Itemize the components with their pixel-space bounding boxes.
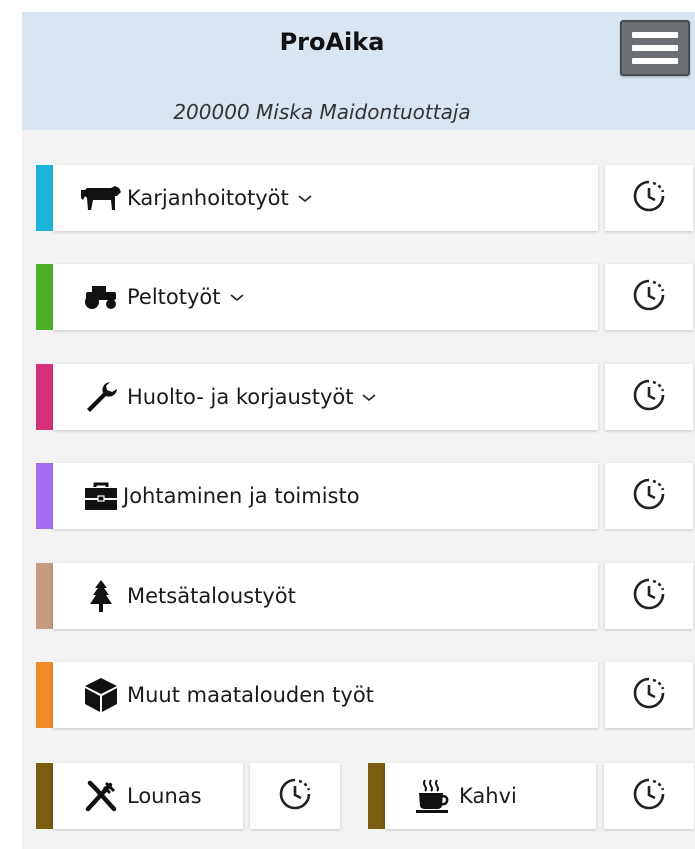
category-color-bar	[36, 264, 53, 330]
cube-icon	[79, 678, 123, 712]
category-button-peltotyot[interactable]: Peltotyöt	[53, 264, 598, 330]
wrench-icon	[79, 381, 123, 413]
header: ProAika 200000 Miska Maidontuottaja	[22, 12, 695, 130]
clock-history-icon	[631, 576, 667, 616]
break-color-bar	[36, 763, 53, 829]
clock-history-icon	[631, 476, 667, 516]
hamburger-menu-icon	[632, 32, 678, 38]
break-button-lounas[interactable]: Lounas	[53, 763, 243, 829]
category-label: Peltotyöt	[127, 285, 221, 309]
user-label: 200000 Miska Maidontuottaja	[173, 100, 471, 124]
timer-button-karjanhoitotyot[interactable]	[605, 165, 693, 231]
briefcase-icon	[79, 480, 123, 512]
tractor-icon	[79, 281, 123, 313]
category-label: Muut maatalouden työt	[127, 683, 374, 707]
hamburger-menu-icon-bar	[632, 58, 678, 64]
app: ProAika 200000 Miska Maidontuottaja Karj…	[22, 12, 695, 849]
clock-history-icon	[631, 675, 667, 715]
category-button-metsataloustyot[interactable]: Metsätaloustyöt	[53, 563, 598, 629]
category-label: Karjanhoitotyöt	[127, 186, 289, 210]
fork-knife-icon	[79, 780, 123, 812]
app-title: ProAika	[279, 28, 385, 56]
category-label: Metsätaloustyöt	[127, 584, 296, 608]
clock-history-icon	[631, 277, 667, 317]
clock-history-icon	[631, 178, 667, 218]
timer-button-peltotyot[interactable]	[605, 264, 693, 330]
timer-button-kahvi[interactable]	[604, 763, 694, 829]
hamburger-menu-icon-bar	[632, 45, 678, 51]
timer-button-muut-maatalouden-tyot[interactable]	[605, 662, 693, 728]
clock-history-icon	[631, 776, 667, 816]
cow-icon	[79, 182, 123, 214]
timer-button-huolto-ja-korjaustyot[interactable]	[605, 364, 693, 430]
chevron-down-icon	[297, 193, 313, 203]
category-color-bar	[36, 463, 53, 529]
break-label: Lounas	[127, 784, 202, 808]
category-button-karjanhoitotyot[interactable]: Karjanhoitotyöt	[53, 165, 598, 231]
category-button-muut-maatalouden-tyot[interactable]: Muut maatalouden työt	[53, 662, 598, 728]
category-color-bar	[36, 563, 53, 629]
break-label: Kahvi	[459, 784, 517, 808]
category-color-bar	[36, 165, 53, 231]
break-color-bar	[368, 763, 385, 829]
category-label: Johtaminen ja toimisto	[123, 484, 360, 508]
menu-button[interactable]	[620, 20, 690, 76]
timer-button-johtaminen-ja-toimisto[interactable]	[605, 463, 693, 529]
chevron-down-icon	[229, 292, 245, 302]
coffee-icon	[411, 779, 455, 813]
timer-button-metsataloustyot[interactable]	[605, 563, 693, 629]
chevron-down-icon	[361, 392, 377, 402]
clock-history-icon	[631, 377, 667, 417]
category-color-bar	[36, 662, 53, 728]
category-button-johtaminen-ja-toimisto[interactable]: Johtaminen ja toimisto	[53, 463, 598, 529]
tree-icon	[79, 580, 123, 612]
category-button-huolto-ja-korjaustyot[interactable]: Huolto- ja korjaustyöt	[53, 364, 598, 430]
timer-button-lounas[interactable]	[250, 763, 340, 829]
break-button-kahvi[interactable]: Kahvi	[385, 763, 596, 829]
category-color-bar	[36, 364, 53, 430]
clock-history-icon	[277, 776, 313, 816]
category-label: Huolto- ja korjaustyöt	[127, 385, 354, 409]
